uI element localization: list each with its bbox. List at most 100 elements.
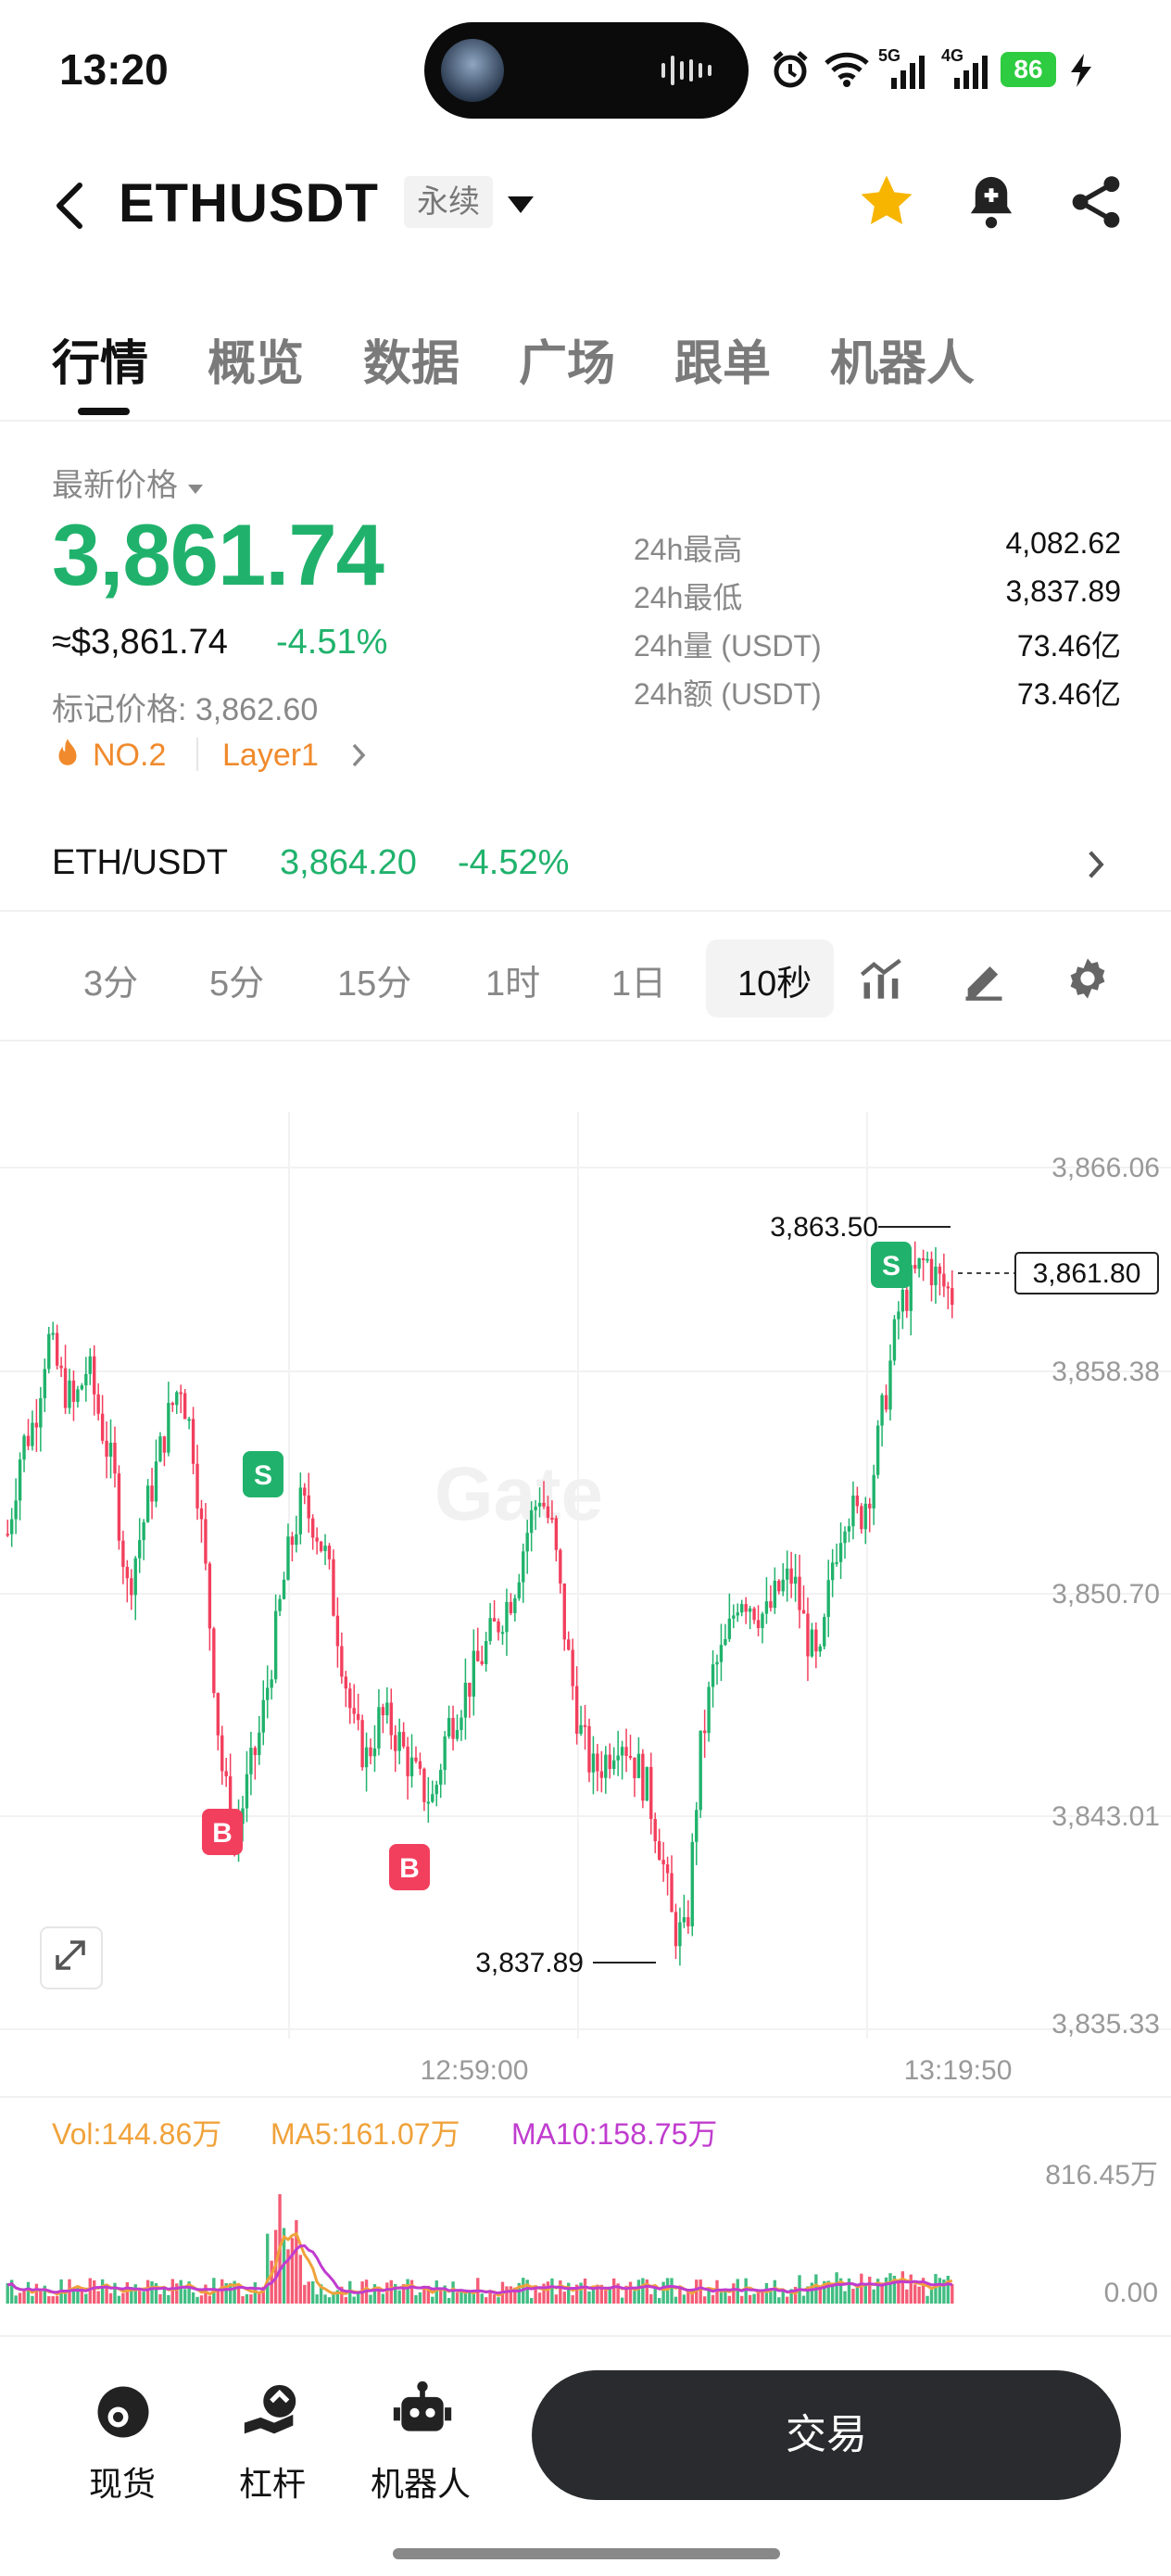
- tab-overview[interactable]: 概览: [208, 324, 304, 394]
- signal-icon: [891, 56, 925, 89]
- candle-body: [951, 1288, 954, 1306]
- contract-type-badge[interactable]: 永续: [404, 176, 493, 228]
- candle-body: [823, 1616, 826, 1647]
- candle-body: [105, 1440, 108, 1458]
- tab-market[interactable]: 行情: [52, 324, 148, 394]
- candle-body: [418, 1761, 422, 1769]
- volume-bar: [310, 2280, 315, 2304]
- candle-body: [385, 1702, 389, 1716]
- volume-bar: [628, 2281, 633, 2304]
- candle-body: [31, 1422, 34, 1446]
- interval-15m[interactable]: 15分: [337, 954, 411, 1005]
- volume-bar: [245, 2293, 249, 2304]
- interval-5m[interactable]: 5分: [209, 954, 264, 1005]
- volume-bar: [22, 2290, 26, 2304]
- home-indicator[interactable]: [393, 2548, 780, 2559]
- interval-3m[interactable]: 3分: [83, 954, 138, 1005]
- candle-body: [599, 1771, 604, 1778]
- candle-body: [125, 1566, 130, 1579]
- candle-body: [748, 1608, 752, 1612]
- back-icon[interactable]: [52, 180, 89, 232]
- nav-spot-label[interactable]: 现货: [89, 2457, 156, 2506]
- volume-bar: [204, 2284, 208, 2304]
- candle-body: [121, 1540, 125, 1567]
- candle-body: [307, 1495, 310, 1519]
- volume-bar: [724, 2290, 727, 2304]
- price-chart[interactable]: Gate 3,866.06 3,858.38 3,850.70 3,843.01…: [0, 1112, 1171, 2094]
- candle-body: [266, 1687, 270, 1700]
- bot-icon[interactable]: [391, 2378, 454, 2443]
- candle-body: [707, 1686, 711, 1734]
- volume-bar: [220, 2279, 224, 2304]
- candle-body: [509, 1601, 513, 1613]
- interval-1h[interactable]: 1时: [485, 954, 540, 1005]
- settings-gear-icon[interactable]: [1064, 954, 1112, 1003]
- volume-panel[interactable]: Vol:144.86万 MA5:161.07万 MA10:158.75万 816…: [0, 2096, 1171, 2337]
- tab-square[interactable]: 广场: [519, 324, 615, 394]
- interval-10s[interactable]: 10秒: [737, 954, 812, 1005]
- volume-bar: [670, 2278, 674, 2304]
- volume-bar: [162, 2288, 167, 2304]
- spot-pair-row[interactable]: ETH/USDT 3,864.20 -4.52%: [0, 815, 1171, 912]
- candle-body: [216, 1693, 220, 1736]
- draw-pencil-icon[interactable]: [960, 954, 1008, 1003]
- candle-body: [422, 1768, 426, 1802]
- candle-body: [719, 1645, 724, 1662]
- volume-bar: [925, 2295, 929, 2304]
- candle-body: [360, 1720, 364, 1768]
- symbol-title[interactable]: ETHUSDT: [119, 172, 379, 234]
- volume-bar: [170, 2279, 175, 2304]
- candle-body: [559, 1549, 562, 1584]
- volume-bar: [447, 2297, 451, 2304]
- candle-body: [798, 1576, 801, 1610]
- candle-body: [414, 1757, 418, 1762]
- chevron-right-icon[interactable]: [350, 741, 369, 769]
- volume-bar: [546, 2281, 550, 2304]
- candle-body: [394, 1735, 397, 1751]
- share-icon[interactable]: [1069, 172, 1123, 232]
- volume-bar: [208, 2295, 212, 2304]
- rank-badge[interactable]: NO.2: [93, 738, 166, 774]
- caret-down-icon[interactable]: [506, 193, 535, 215]
- trade-button[interactable]: 交易: [532, 2370, 1121, 2500]
- spot-icon[interactable]: [93, 2381, 154, 2443]
- candlestick-chart[interactable]: Gate 3,866.06 3,858.38 3,850.70 3,843.01…: [0, 1112, 1171, 2094]
- nav-bot-label[interactable]: 机器人: [371, 2457, 471, 2506]
- candle-body: [108, 1442, 113, 1458]
- volume-bar: [665, 2278, 670, 2304]
- candle-body: [258, 1732, 261, 1756]
- tab-copy-trade[interactable]: 跟单: [674, 324, 771, 394]
- margin-icon[interactable]: [239, 2380, 304, 2444]
- volume-bar: [715, 2279, 719, 2304]
- tab-bots[interactable]: 机器人: [830, 324, 975, 394]
- volume-bar: [917, 2286, 921, 2304]
- y-tick: 3,866.06: [1051, 1153, 1160, 1183]
- volume-bar: [175, 2283, 179, 2304]
- candle-body: [100, 1413, 105, 1441]
- nav-margin-label[interactable]: 杠杆: [239, 2457, 306, 2506]
- volume-bar: [179, 2279, 183, 2304]
- candle-body: [678, 1922, 682, 1947]
- candle-body: [727, 1618, 732, 1639]
- interval-1d[interactable]: 1日: [611, 954, 666, 1005]
- chart-grid: [0, 1112, 1171, 2039]
- latest-price-label[interactable]: 最新价格: [52, 460, 205, 505]
- candle-body: [645, 1766, 649, 1801]
- volume-bar: [740, 2295, 744, 2304]
- candle-body: [583, 1724, 587, 1727]
- favorite-star-icon[interactable]: [856, 170, 917, 232]
- volume-bar: [216, 2290, 220, 2304]
- indicator-icon[interactable]: [858, 954, 906, 1003]
- tab-data[interactable]: 数据: [363, 324, 460, 394]
- volume-bar: [884, 2277, 888, 2304]
- candle-body: [863, 1503, 867, 1530]
- category-tag[interactable]: Layer1: [222, 738, 319, 774]
- candle-body: [88, 1356, 92, 1374]
- alert-bell-icon[interactable]: [963, 172, 1019, 232]
- volume-bar: [732, 2283, 736, 2304]
- fullscreen-button[interactable]: [40, 1926, 103, 1989]
- candle-body: [460, 1717, 463, 1731]
- candle-body: [835, 1561, 838, 1564]
- volume-bar: [463, 2292, 468, 2304]
- candle-body: [220, 1735, 224, 1772]
